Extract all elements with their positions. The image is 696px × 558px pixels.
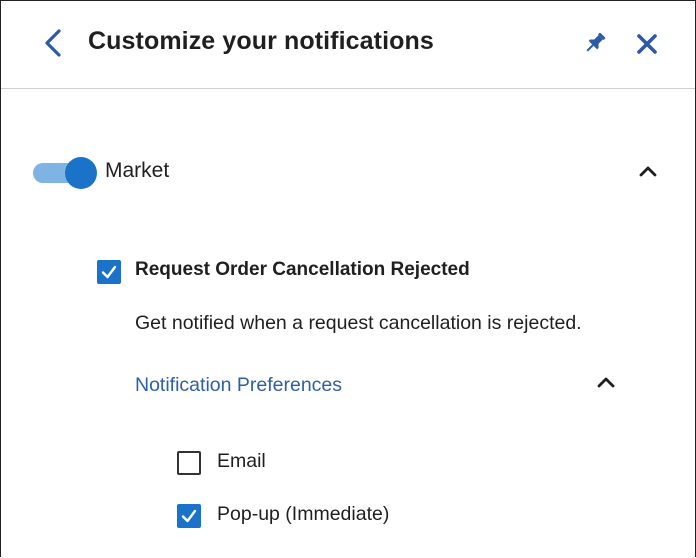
chevron-up-icon (597, 377, 615, 388)
pin-icon (586, 32, 606, 52)
checkmark-icon (101, 265, 117, 279)
notification-checkbox[interactable] (97, 260, 121, 284)
popup-checkbox[interactable] (177, 504, 201, 528)
page-title: Customize your notifications (88, 27, 434, 55)
notification-description: Get notified when a request cancellation… (135, 312, 582, 334)
notification-preferences-toggle[interactable]: Notification Preferences (135, 374, 342, 397)
chevron-left-icon (45, 29, 61, 57)
market-toggle[interactable] (33, 157, 97, 189)
section-label-market: Market (105, 159, 170, 182)
notification-title: Request Order Cancellation Rejected (135, 259, 470, 280)
close-button[interactable] (633, 29, 661, 59)
popup-option-label[interactable]: Pop-up (Immediate) (217, 503, 389, 526)
collapse-section-button[interactable] (637, 163, 659, 179)
checkmark-icon (181, 509, 197, 523)
panel-header: Customize your notifications (1, 1, 695, 89)
email-checkbox[interactable] (177, 451, 201, 475)
notification-settings-panel: Customize your notifications Market Requ… (0, 0, 696, 557)
close-icon (637, 34, 657, 54)
chevron-up-icon (639, 166, 657, 177)
back-button[interactable] (37, 25, 69, 61)
collapse-preferences-button[interactable] (595, 374, 617, 390)
email-option-label[interactable]: Email (217, 450, 266, 473)
pin-button[interactable] (581, 29, 609, 57)
toggle-thumb (65, 157, 97, 189)
